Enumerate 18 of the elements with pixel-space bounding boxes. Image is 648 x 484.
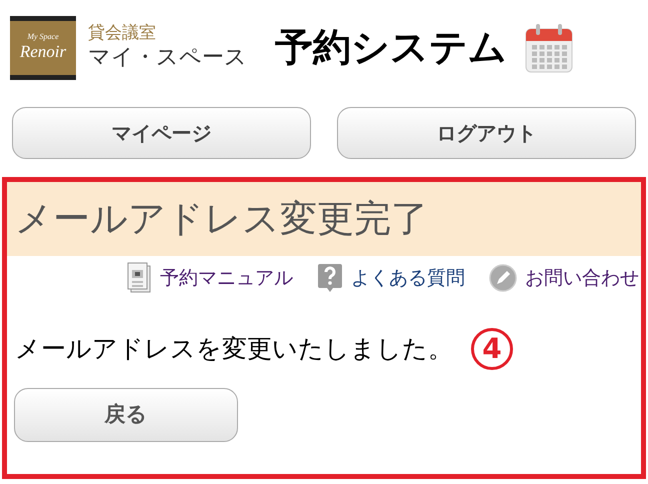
logo-subtitle: 貸会議室 xyxy=(88,23,157,44)
help-link[interactable]: よくある質問 xyxy=(351,264,465,292)
help-link[interactable]: お問い合わせ xyxy=(525,264,639,292)
nav-button[interactable]: マイページ xyxy=(12,107,311,159)
document-icon xyxy=(126,262,152,294)
step-number: 4 xyxy=(471,328,513,370)
app-title: 予約システム xyxy=(275,24,507,71)
calendar-icon xyxy=(525,22,573,72)
pencil-icon xyxy=(489,264,517,292)
logo-brand: Renoir xyxy=(20,41,66,62)
logo-name: マイ・スペース xyxy=(88,44,247,72)
logo-tagline: My Space xyxy=(27,32,59,41)
question-icon xyxy=(317,262,343,294)
page-title: メールアドレス変更完了 xyxy=(15,196,428,242)
help-link[interactable]: 予約マニュアル xyxy=(160,264,293,292)
nav-button[interactable]: ログアウト xyxy=(337,107,636,159)
confirmation-message: メールアドレスを変更いたしました。 xyxy=(15,333,453,366)
back-button[interactable]: 戻る xyxy=(14,388,238,442)
